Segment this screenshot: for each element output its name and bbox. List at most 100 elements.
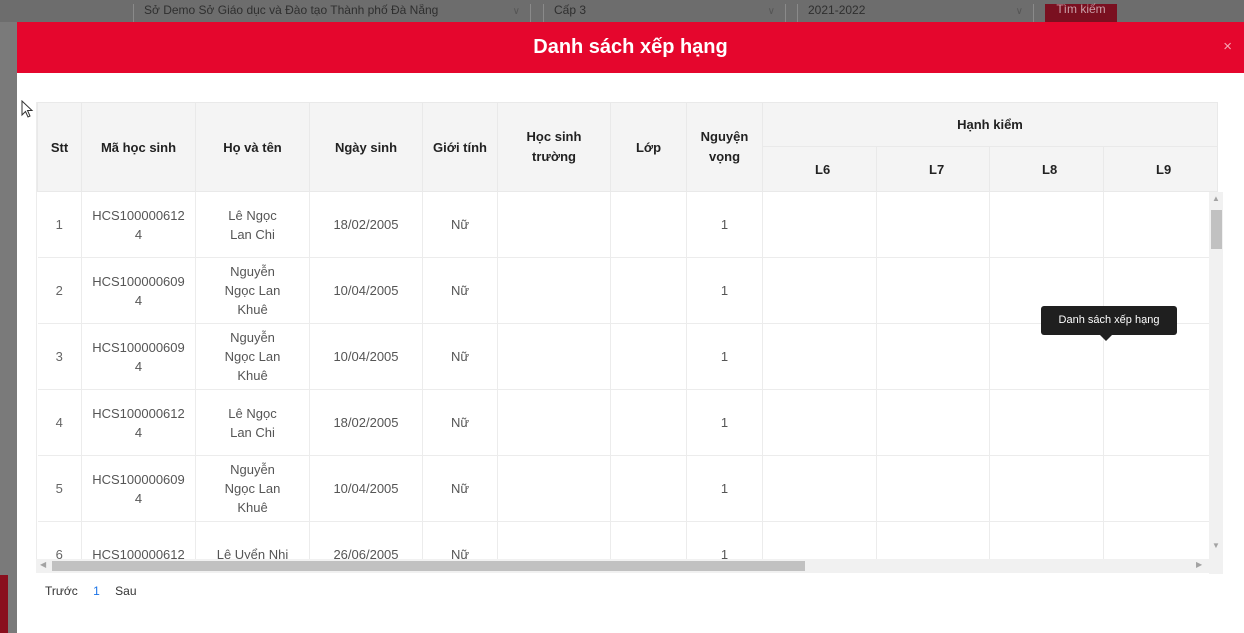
tooltip: Danh sách xếp hạng: [1041, 306, 1177, 341]
ranking-table-container: Stt Mã học sinh Họ và tên Ngày sinh Giới…: [36, 102, 1228, 572]
cell-gender: Nữ: [422, 323, 498, 390]
cell-conduct-l7: [876, 389, 990, 456]
cell-gender: Nữ: [422, 455, 498, 522]
cell-gender: Nữ: [422, 191, 498, 258]
cell-student-code: HCS100000609 4: [81, 257, 196, 324]
cell-conduct-l6: [762, 257, 877, 324]
cell-student-code: HCS100000609 4: [81, 455, 196, 522]
header-stt: Stt: [37, 102, 82, 192]
cell-conduct-l6: [762, 455, 877, 522]
cell-birth-date: 18/02/2005: [309, 389, 423, 456]
cell-wish: 1: [686, 257, 763, 324]
cell-wish: 1: [686, 191, 763, 258]
cell-conduct-l6: [762, 191, 877, 258]
modal-title: Danh sách xếp hạng: [533, 36, 728, 58]
year-select-value: 2021-2022: [808, 4, 866, 17]
cell-school: [497, 455, 611, 522]
mouse-cursor-icon: [21, 100, 34, 118]
cell-stt: 5: [37, 455, 82, 522]
cell-conduct-l7: [876, 257, 990, 324]
header-class: Lớp: [610, 102, 687, 192]
table-row: 4 HCS100000612 4 Lê Ngọc Lan Chi 18/02/2…: [37, 389, 1218, 456]
cell-school: [497, 257, 611, 324]
cell-class: [610, 389, 687, 456]
cell-class: [610, 257, 687, 324]
cell-gender: Nữ: [422, 389, 498, 456]
chevron-down-icon: ∨: [767, 6, 775, 17]
cell-class: [610, 191, 687, 258]
cell-conduct-l9: [1103, 389, 1218, 456]
cell-full-name: Nguyễn Ngọc Lan Khuê: [195, 257, 310, 324]
header-full-name: Họ và tên: [195, 102, 310, 192]
cell-conduct-l9: [1103, 455, 1218, 522]
cell-conduct-l7: [876, 323, 990, 390]
cell-wish: 1: [686, 455, 763, 522]
cell-birth-date: 18/02/2005: [309, 191, 423, 258]
ranking-table: Stt Mã học sinh Họ và tên Ngày sinh Giới…: [37, 102, 1218, 572]
cell-conduct-l9: [1103, 191, 1218, 258]
next-page-link[interactable]: Sau: [115, 584, 136, 598]
search-button[interactable]: Tìm kiếm: [1045, 3, 1117, 22]
header-birth-date: Ngày sinh: [309, 102, 423, 192]
cell-birth-date: 10/04/2005: [309, 455, 423, 522]
background-accent: [0, 575, 8, 633]
cell-class: [610, 455, 687, 522]
cell-school: [497, 191, 611, 258]
cell-full-name: Nguyễn Ngọc Lan Khuê: [195, 455, 310, 522]
header-conduct: Hạnh kiểm: [762, 102, 1218, 147]
scroll-down-icon[interactable]: ▼: [1212, 541, 1220, 550]
header-conduct-l9: L9: [1103, 146, 1218, 192]
table-row: 5 HCS100000609 4 Nguyễn Ngọc Lan Khuê 10…: [37, 455, 1218, 522]
header-wish: Nguyện vọng: [686, 102, 763, 192]
cell-full-name: Lê Ngọc Lan Chi: [195, 389, 310, 456]
cell-full-name: Lê Ngọc Lan Chi: [195, 191, 310, 258]
table-row: 1 HCS100000612 4 Lê Ngọc Lan Chi 18/02/2…: [37, 191, 1218, 258]
scroll-up-icon[interactable]: ▲: [1212, 194, 1220, 203]
level-select[interactable]: Cấp 3 ∨: [543, 4, 786, 22]
cell-stt: 2: [37, 257, 82, 324]
scroll-right-icon[interactable]: ▶: [1196, 560, 1202, 569]
vertical-scroll-thumb[interactable]: [1211, 210, 1222, 249]
cell-birth-date: 10/04/2005: [309, 257, 423, 324]
ranking-list-modal: Danh sách xếp hạng × Stt Mã học sinh Họ …: [17, 22, 1244, 633]
cell-student-code: HCS100000609 4: [81, 323, 196, 390]
header-school: Học sinh trường: [497, 102, 611, 192]
prev-page-link[interactable]: Trước: [45, 584, 78, 598]
cell-school: [497, 389, 611, 456]
year-select[interactable]: 2021-2022 ∨: [797, 4, 1034, 22]
horizontal-scrollbar[interactable]: ◀ ▶: [36, 559, 1209, 573]
close-icon[interactable]: ×: [1223, 38, 1232, 55]
cell-school: [497, 323, 611, 390]
cell-wish: 1: [686, 323, 763, 390]
cell-wish: 1: [686, 389, 763, 456]
header-conduct-l6: L6: [762, 146, 877, 192]
background-filter-bar: Sở Demo Sở Giáo dục và Đào tạo Thành phố…: [0, 0, 1244, 22]
cell-stt: 3: [37, 323, 82, 390]
department-select-value: Sở Demo Sở Giáo dục và Đào tạo Thành phố…: [144, 4, 439, 17]
header-conduct-l8: L8: [989, 146, 1104, 192]
header-gender: Giới tính: [422, 102, 498, 192]
department-select[interactable]: Sở Demo Sở Giáo dục và Đào tạo Thành phố…: [133, 4, 531, 22]
cell-student-code: HCS100000612 4: [81, 191, 196, 258]
cell-conduct-l6: [762, 389, 877, 456]
header-conduct-l7: L7: [876, 146, 990, 192]
level-select-value: Cấp 3: [554, 4, 587, 17]
cell-conduct-l8: [989, 455, 1104, 522]
page-link-current[interactable]: 1: [93, 584, 100, 598]
cell-stt: 4: [37, 389, 82, 456]
vertical-scrollbar[interactable]: ▲ ▼: [1209, 192, 1223, 574]
cell-stt: 1: [37, 191, 82, 258]
cell-gender: Nữ: [422, 257, 498, 324]
horizontal-scroll-thumb[interactable]: [52, 561, 805, 571]
cell-class: [610, 323, 687, 390]
cell-conduct-l7: [876, 191, 990, 258]
cell-student-code: HCS100000612 4: [81, 389, 196, 456]
cell-full-name: Nguyễn Ngọc Lan Khuê: [195, 323, 310, 390]
chevron-down-icon: ∨: [512, 6, 520, 17]
cell-conduct-l8: [989, 389, 1104, 456]
cell-birth-date: 10/04/2005: [309, 323, 423, 390]
scroll-left-icon[interactable]: ◀: [40, 560, 46, 569]
pagination: Trước 1 Sau: [45, 584, 149, 598]
header-student-code: Mã học sinh: [81, 102, 196, 192]
cell-conduct-l7: [876, 455, 990, 522]
